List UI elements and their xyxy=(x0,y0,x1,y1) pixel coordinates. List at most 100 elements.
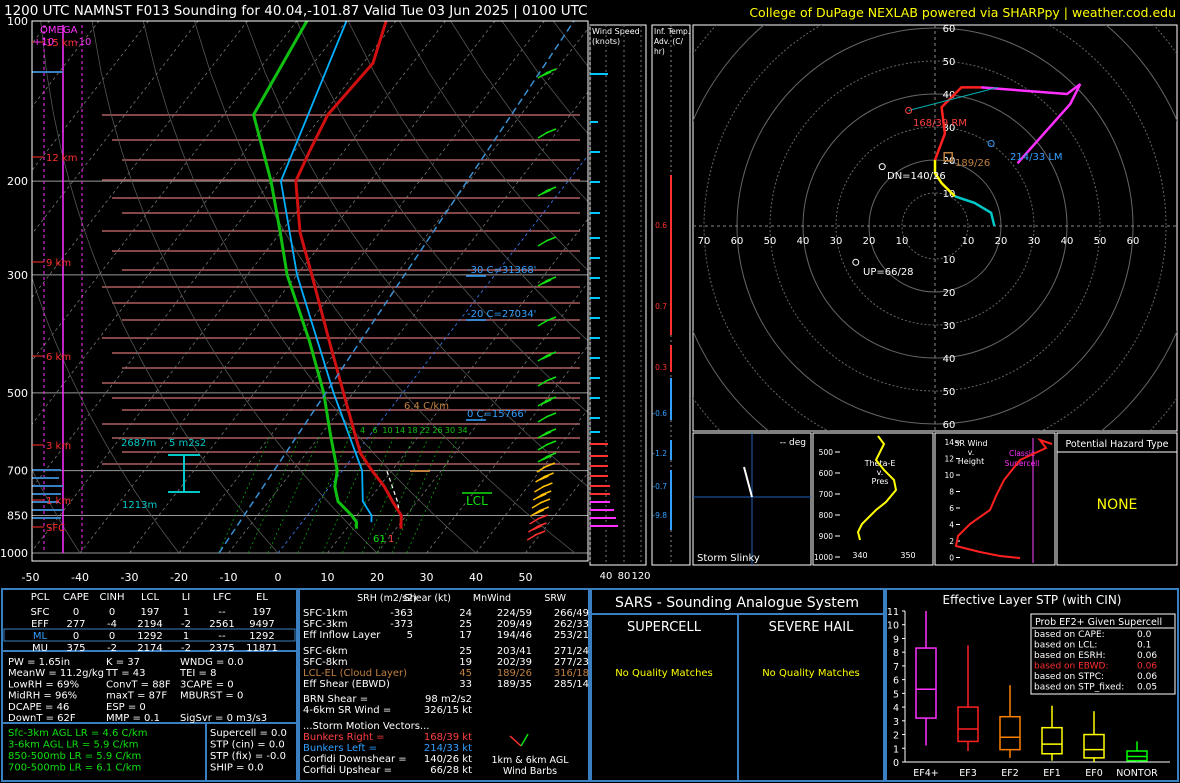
sars-hail-result: No Quality Matches xyxy=(762,668,860,679)
parcel-cell: -4 xyxy=(107,619,117,630)
parcel-cell: 2561 xyxy=(209,619,234,630)
kin-cell: LCL-EL (Cloud Layer) xyxy=(303,668,407,679)
kin-cell: Eff Inflow Layer xyxy=(303,630,381,641)
stp-category: EF4+ xyxy=(913,768,938,779)
parcel-cell: MU xyxy=(32,643,48,654)
temperature-label: 10 xyxy=(321,571,335,584)
index-mmp: MMP = 0.1 xyxy=(106,713,160,724)
temperature-label: 30 xyxy=(420,571,434,584)
parcel-cell: 0 xyxy=(73,607,79,618)
storm-vector-value: 214/33 kt xyxy=(424,743,472,754)
stp-y-tick: 9 xyxy=(893,634,899,645)
sfc-temp-label: 61 xyxy=(373,534,386,545)
stp-y-tick: 6 xyxy=(893,676,899,687)
theta-p-tick: 800 xyxy=(819,511,834,520)
sars-hail-title: SEVERE HAIL xyxy=(769,620,854,635)
mixing-ratio-label: 2 xyxy=(347,426,352,435)
hodo-ring-label-right: 50 xyxy=(1094,236,1107,247)
lapse-rate: 3-6km AGL LR = 5.9 C/km xyxy=(8,740,138,751)
hodo-axis-label-left: 40 xyxy=(797,236,810,247)
hodo-ring-label-down: 30 xyxy=(943,321,956,332)
index-cape3: 3CAPE = 0 xyxy=(180,679,234,690)
hodo-axis-label-left: 20 xyxy=(863,236,876,247)
kin-cell: 203/41 xyxy=(497,646,532,657)
stp-title: Effective Layer STP (with CIN) xyxy=(943,593,1122,607)
kin-cell: 19 xyxy=(459,657,472,668)
pressure-label: 700 xyxy=(7,465,28,478)
advection-value: -9.8 xyxy=(652,511,667,520)
srw-h-tick: 14 xyxy=(944,438,954,447)
height-label: 1 km xyxy=(46,496,71,507)
composite-index: STP (fix) = -0.0 xyxy=(210,751,286,762)
parcel-cell: 0 xyxy=(73,631,79,642)
index-esp: ESP = 0 xyxy=(106,702,146,713)
kin-cell: 224/59 xyxy=(497,608,532,619)
parcel-cell: 0 xyxy=(109,607,115,618)
advection-value: -1.2 xyxy=(652,449,667,458)
index-dcape: DCAPE = 46 xyxy=(8,702,69,713)
stp-category: NONTOR xyxy=(1116,768,1158,779)
storm-vector-label: Corfidi Downshear = xyxy=(303,754,407,765)
barb-caption-1: 1km & 6km AGL xyxy=(491,755,569,766)
sars-supercell-title: SUPERCELL xyxy=(627,620,702,635)
mixing-ratio-label: 22 xyxy=(420,426,430,435)
temperature-label: 50 xyxy=(519,571,533,584)
parcel-cell: 375 xyxy=(66,643,85,654)
mixing-ratio-label: 34 xyxy=(457,426,467,435)
parcel-cell: 9497 xyxy=(249,619,274,630)
height-label: SFC xyxy=(46,523,65,534)
hodo-ring-label-down: 60 xyxy=(943,420,956,431)
parcel-header: PCL xyxy=(31,592,50,603)
height-label: 9 km xyxy=(46,258,71,269)
stp-box xyxy=(1041,726,1063,755)
theta-p-tick: 900 xyxy=(819,532,834,541)
parcel-cell: 277 xyxy=(66,619,85,630)
kin-cell: 253/21 xyxy=(554,630,589,641)
stp-box xyxy=(999,715,1021,751)
slinky-label: Storm Slinky xyxy=(697,553,760,564)
t20-annotation: -20 C=27034' xyxy=(467,309,536,320)
hodo-ring-label-down: 50 xyxy=(943,387,956,398)
sounding-display: 1200 UTC NAMNST F013 Sounding for 40.04,… xyxy=(0,0,1180,783)
kin-cell: 25 xyxy=(459,619,472,630)
lapse-rate: 700-500mb LR = 6.1 C/km xyxy=(8,763,141,774)
mixing-ratio-label: 10 xyxy=(382,426,392,435)
parcel-cell: -2 xyxy=(107,643,117,654)
theta-p-tick: 600 xyxy=(819,469,834,478)
t0-annotation: 0 C=15766' xyxy=(467,409,526,420)
kin-cell: 17 xyxy=(459,630,472,641)
stp-y-tick: 7 xyxy=(893,662,899,673)
wind-speed-title-1: Wind Speed xyxy=(592,27,640,36)
hodo-ring-label-right: 20 xyxy=(995,236,1008,247)
parcel-cell: 0 xyxy=(109,631,115,642)
kin-cell: 25 xyxy=(459,646,472,657)
advection-value: 0.7 xyxy=(655,302,667,311)
stp-box xyxy=(1083,733,1105,759)
index-tt: TT = 43 xyxy=(105,668,146,679)
stp-legend-value: 0.06 xyxy=(1137,651,1157,661)
mixing-ratio-label: 14 xyxy=(395,426,405,435)
lapse-rate: Sfc-3km AGL LR = 4.6 C/km xyxy=(8,728,147,739)
slinky-deg: -- deg xyxy=(780,438,806,448)
brn-value: 98 m2/s2 xyxy=(425,694,472,705)
index-convt: ConvT = 88F xyxy=(106,679,171,690)
temperature-label: -30 xyxy=(121,571,139,584)
stp-y-tick: 11 xyxy=(887,607,899,618)
srw-h-tick: 8 xyxy=(949,488,954,497)
storm-vector-label: Bunkers Right = xyxy=(303,732,385,743)
kin-cell: SFC-8km xyxy=(303,657,348,668)
parcel-header: CINH xyxy=(100,592,125,603)
kin-cell: 33 xyxy=(459,679,472,690)
up-label: UP=66/28 xyxy=(863,267,914,278)
index-pw: PW = 1.65in xyxy=(8,657,70,668)
mixing-ratio-label: 30 xyxy=(445,426,455,435)
kin-cell: 45 xyxy=(459,668,472,679)
kin-cell: -373 xyxy=(390,619,413,630)
height-label: 3 km xyxy=(46,441,71,452)
ws-tick-120: 120 xyxy=(631,571,650,582)
sars-supercell-result: No Quality Matches xyxy=(615,668,713,679)
index-mburst: MBURST = 0 xyxy=(180,691,243,702)
ws-tick-80: 80 xyxy=(618,571,631,582)
adv-title-1: Inf. Temp. xyxy=(654,27,690,36)
sfc-arrow-label: 1 xyxy=(388,534,394,545)
